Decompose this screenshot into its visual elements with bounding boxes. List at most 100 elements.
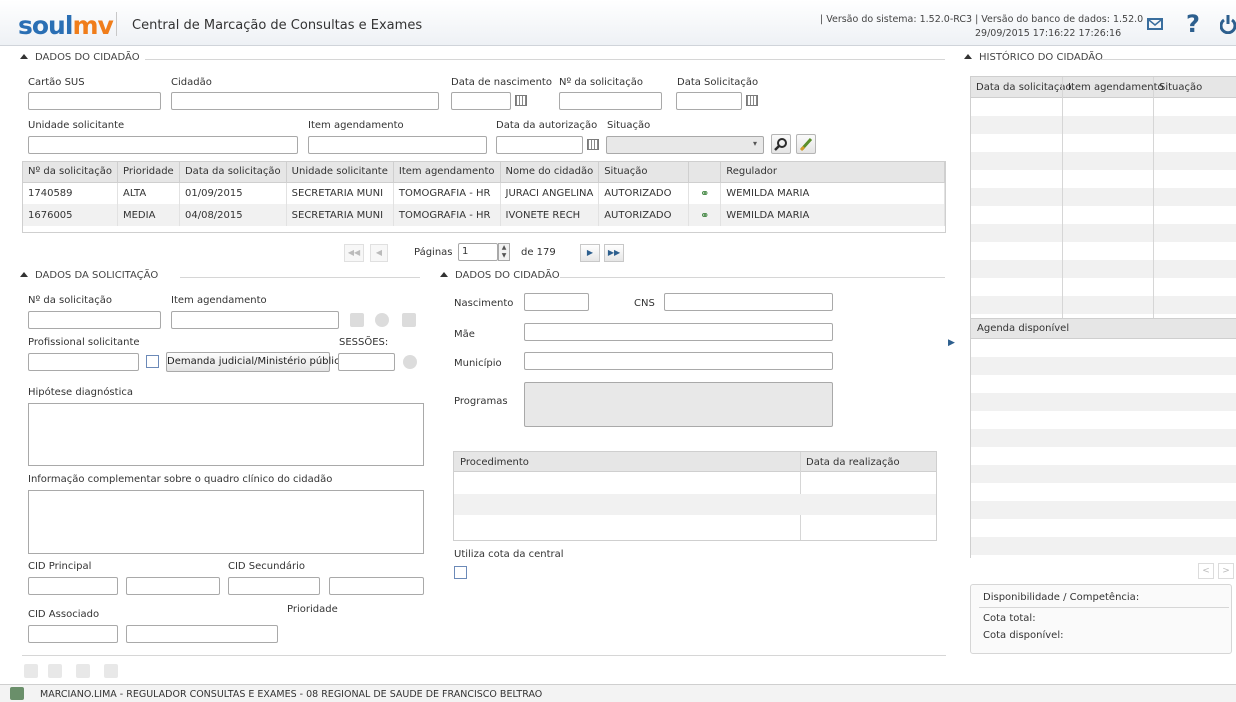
label-num-solicitacao: Nº da solicitação: [559, 77, 643, 88]
last-page-icon[interactable]: ▶▶: [604, 244, 624, 262]
document-icon[interactable]: [350, 313, 364, 327]
item-agendamento-input[interactable]: [308, 136, 487, 154]
cid-principal-desc-input[interactable]: [126, 577, 220, 595]
view-icon[interactable]: ⚭: [688, 182, 722, 204]
power-icon[interactable]: [1219, 14, 1236, 37]
logo-soul: soul: [18, 11, 73, 40]
col-unidade-solicitante[interactable]: Unidade solicitante: [286, 162, 394, 183]
cell: TOMOGRAFIA - HR: [393, 182, 501, 204]
mail-icon[interactable]: [1147, 18, 1163, 30]
label-cartao-sus: Cartão SUS: [28, 77, 85, 88]
profissional-input[interactable]: [28, 353, 139, 371]
clear-button[interactable]: [796, 134, 816, 154]
cell: 1676005: [23, 204, 118, 226]
section-dados-cidadao-title[interactable]: DADOS DO CIDADÃO: [20, 52, 140, 63]
num-solicitacao-field[interactable]: [28, 311, 161, 329]
cell: WEMILDA MARIA: [720, 182, 945, 204]
historico-rows: [971, 98, 1236, 318]
nascimento-input[interactable]: [524, 293, 589, 311]
info-complementar-textarea[interactable]: [28, 490, 424, 554]
section-dados-solicitacao-title[interactable]: DADOS DA SOLICITAÇÃO: [20, 270, 158, 281]
prev-page-icon[interactable]: ◀: [370, 244, 388, 262]
table-row[interactable]: 1676005 MEDIA 04/08/2015 SECRETARIA MUNI…: [23, 204, 945, 226]
label-data-solicitacao: Data Solicitação: [677, 77, 759, 88]
utiliza-cota-checkbox[interactable]: [454, 566, 467, 579]
col-procedimento[interactable]: Procedimento: [460, 457, 529, 468]
label-num-solicitacao-2: Nº da solicitação: [28, 295, 112, 306]
refresh-icon[interactable]: [375, 313, 389, 327]
num-solicitacao-input[interactable]: [559, 92, 662, 110]
copy-icon[interactable]: [402, 313, 416, 327]
col-data-realizacao[interactable]: Data da realização: [806, 457, 900, 468]
user-edit-icon[interactable]: [24, 664, 38, 678]
calendar-icon[interactable]: [515, 95, 527, 106]
agenda-next-icon[interactable]: >: [1218, 563, 1234, 579]
sessoes-input[interactable]: [338, 353, 395, 371]
next-page-icon[interactable]: ▶: [580, 244, 600, 262]
label-unidade-solicitante: Unidade solicitante: [28, 120, 125, 131]
save-icon[interactable]: [76, 664, 90, 678]
expand-arrow-icon[interactable]: ▶: [948, 338, 955, 348]
municipio-input[interactable]: [524, 352, 833, 370]
col-regulador[interactable]: Regulador: [720, 162, 945, 183]
label-programas: Programas: [454, 396, 508, 407]
cid-principal-input[interactable]: [28, 577, 118, 595]
col-prioridade[interactable]: Prioridade: [117, 162, 180, 183]
user-icon[interactable]: [48, 664, 62, 678]
cell: WEMILDA MARIA: [720, 204, 945, 226]
col-item-agendamento[interactable]: Item agendamento: [393, 162, 501, 183]
cell: SECRETARIA MUNI: [286, 182, 394, 204]
label-cota-disponivel: Cota disponível:: [983, 630, 1064, 641]
first-page-icon[interactable]: ◀◀: [344, 244, 364, 262]
page-stepper-icon[interactable]: ▲ ▼: [498, 243, 510, 261]
data-nascimento-input[interactable]: [451, 92, 511, 110]
cell: IVONETE RECH: [500, 204, 600, 226]
col-data-solicitacao[interactable]: Data da solicitação: [179, 162, 287, 183]
hipotese-textarea[interactable]: [28, 403, 424, 466]
data-solicitacao-input[interactable]: [676, 92, 742, 110]
divider: [1100, 59, 1236, 60]
print-icon[interactable]: [104, 664, 118, 678]
label-nascimento: Nascimento: [454, 298, 514, 309]
programas-list[interactable]: [524, 382, 833, 427]
col-data-solicitacao-hist[interactable]: Data da solicitaçao: [976, 82, 1072, 93]
page-value: 1: [462, 246, 469, 257]
label-municipio: Município: [454, 358, 502, 369]
view-icon[interactable]: ⚭: [688, 204, 722, 226]
demanda-judicial-button[interactable]: Demanda judicial/Ministério público: [166, 352, 346, 372]
data-autorizacao-input[interactable]: [496, 136, 583, 154]
table-row[interactable]: 1740589 ALTA 01/09/2015 SECRETARIA MUNI …: [23, 182, 945, 204]
label-item-agendamento: Item agendamento: [308, 120, 404, 131]
calendar-icon[interactable]: [587, 139, 599, 150]
page-number-input[interactable]: 1: [458, 243, 498, 261]
col-nome-cidadao[interactable]: Nome do cidadão: [500, 162, 600, 183]
cid-associado-input[interactable]: [28, 625, 118, 643]
col-view: [688, 162, 722, 183]
item-agendamento-field[interactable]: [171, 311, 339, 329]
cell: TOMOGRAFIA - HR: [393, 204, 501, 226]
cid-secundario-input[interactable]: [228, 577, 320, 595]
section-dados-cidadao-2-title[interactable]: DADOS DO CIDADÃO: [440, 270, 560, 281]
section-historico-title[interactable]: HISTÓRICO DO CIDADÃO: [964, 52, 1103, 63]
results-table-container: Nº da solicitação Prioridade Data da sol…: [22, 161, 946, 233]
cid-secundario-desc-input[interactable]: [329, 577, 424, 595]
unidade-solicitante-input[interactable]: [28, 136, 298, 154]
help-icon[interactable]: ?: [1186, 10, 1200, 38]
col-item-agendamento-hist[interactable]: Item agendamento: [1068, 82, 1164, 93]
chevron-down-icon: ▾: [752, 139, 757, 148]
col-situacao[interactable]: Situação: [598, 162, 690, 183]
search-button[interactable]: [771, 134, 791, 154]
agenda-prev-icon[interactable]: <: [1198, 563, 1214, 579]
divider: [560, 277, 945, 278]
cidadao-input[interactable]: [171, 92, 439, 110]
cartao-sus-input[interactable]: [28, 92, 161, 110]
calendar-icon[interactable]: [746, 95, 758, 106]
mae-input[interactable]: [524, 323, 833, 341]
situacao-select[interactable]: ▾: [606, 136, 764, 154]
cid-associado-desc-input[interactable]: [126, 625, 278, 643]
demanda-checkbox[interactable]: [146, 355, 159, 368]
col-num-solicitacao[interactable]: Nº da solicitação: [23, 162, 118, 183]
cns-input[interactable]: [664, 293, 833, 311]
refresh-icon[interactable]: [403, 355, 417, 369]
col-situacao-hist[interactable]: Situação: [1159, 82, 1202, 93]
